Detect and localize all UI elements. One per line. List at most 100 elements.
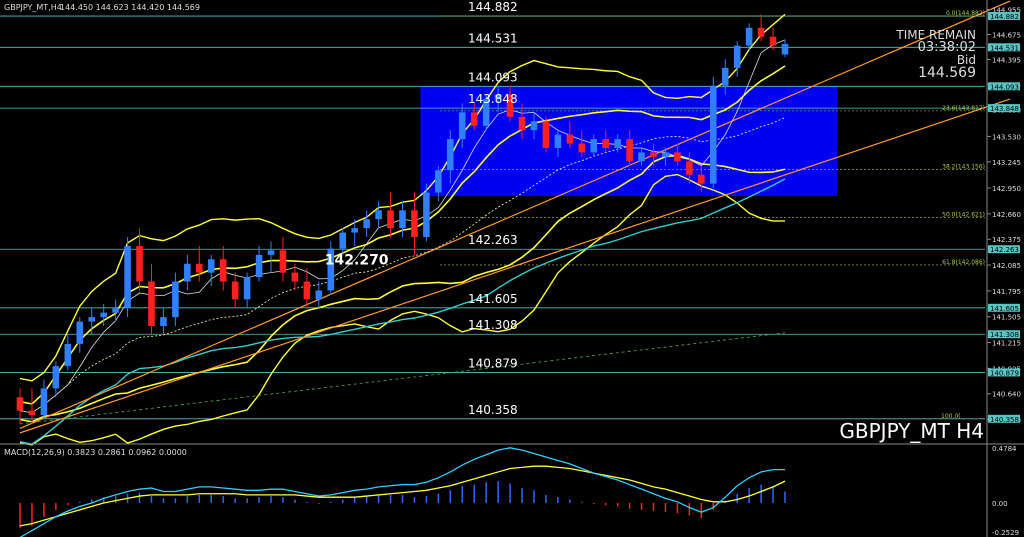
symbol-info: GBPJPY_MT,H4 [4, 3, 62, 12]
candle-body-2 [40, 388, 48, 416]
candle-body-37 [458, 112, 466, 140]
candle-body-57 [698, 174, 705, 184]
macd-tick-0: 0.4784 [992, 445, 1017, 453]
candle-body-43 [530, 121, 538, 131]
candle-body-23 [291, 272, 299, 282]
macd-tick-2: -0.2529 [992, 529, 1019, 537]
price-tag-label-5: 141.605 [990, 305, 1019, 313]
level-label-0: 144.882 [468, 0, 518, 14]
candle-body-4 [64, 343, 72, 367]
candle-body-33 [411, 210, 418, 238]
candle-body-27 [339, 232, 347, 249]
candle-body-47 [578, 143, 586, 153]
fib-label-2: 38.2(143.156) [942, 164, 985, 171]
candle-body-63 [769, 36, 777, 46]
candle-body-54 [662, 152, 669, 157]
candle-body-34 [423, 192, 430, 238]
level-label-2: 144.093 [468, 70, 518, 84]
candle-body-49 [602, 139, 609, 148]
candle-body-16 [207, 259, 215, 273]
candle-body-36 [447, 139, 454, 171]
candle-body-19 [243, 277, 251, 300]
price-tick-label-13: 141.215 [992, 340, 1021, 348]
candle-body-38 [470, 112, 478, 126]
candle-body-5 [76, 321, 84, 344]
candle-body-46 [566, 134, 574, 144]
price-tag-label-3: 143.848 [990, 105, 1019, 113]
candle-body-42 [518, 116, 526, 131]
price-tag-label-2: 144.093 [990, 83, 1019, 91]
candle-body-52 [638, 152, 645, 162]
candle-body-45 [554, 134, 562, 148]
candle-body-58 [709, 85, 717, 184]
price-tick-label-11: 141.795 [992, 288, 1021, 296]
candle-body-50 [614, 139, 621, 148]
price-tag-label-6: 141.308 [990, 331, 1019, 339]
price-tick-label-12: 141.505 [992, 314, 1021, 322]
candle-body-21 [267, 250, 275, 255]
level-label-6: 141.308 [468, 318, 518, 332]
candle-body-44 [542, 121, 550, 148]
candle-body-28 [351, 228, 358, 233]
candle-body-25 [315, 290, 323, 300]
candle-body-48 [590, 139, 598, 153]
price-tag-label-4: 142.263 [990, 246, 1019, 254]
macd-label: MACD(12,26,9) 0.3823 0.2861 0.0962 0.000… [4, 448, 187, 457]
candle-body-14 [184, 263, 191, 282]
candle-body-60 [733, 45, 741, 68]
level-label-7: 140.879 [468, 356, 518, 370]
candle-body-35 [435, 170, 442, 193]
candle-body-24 [303, 281, 311, 300]
price-tag-label-0: 144.882 [990, 13, 1019, 21]
candle-body-3 [52, 366, 60, 389]
symbol-watermark: GBPJPY_MT H4 [839, 419, 984, 443]
fib-label-4: 61.8(142.086) [942, 259, 985, 266]
candle-body-29 [363, 219, 370, 229]
candle-body-15 [196, 263, 203, 273]
candle-body-22 [279, 250, 287, 273]
level-label-5: 141.605 [468, 292, 518, 306]
price-tick-label-10: 142.085 [992, 262, 1021, 270]
price-tick-label-7: 142.950 [992, 185, 1021, 193]
candle-body-55 [674, 152, 681, 162]
price-tick-label-9: 142.375 [992, 236, 1021, 244]
price-tick-label-2: 144.395 [992, 56, 1021, 64]
price-tag-label-1: 144.531 [990, 44, 1019, 52]
candle-body-51 [626, 139, 633, 162]
candle-body-62 [757, 27, 765, 37]
candle-body-7 [100, 312, 107, 318]
price-tick-label-8: 142.660 [992, 211, 1021, 219]
price-tick-label-6: 143.245 [992, 159, 1021, 167]
candle-body-17 [219, 259, 227, 282]
candle-body-13 [172, 281, 179, 318]
level-label-4: 142.263 [468, 233, 518, 247]
price-tick-label-5: 143.530 [992, 133, 1021, 141]
level-label-1: 144.531 [468, 31, 518, 45]
candle-body-0 [16, 397, 24, 411]
fib-label-0: 0.0(144.882) [946, 10, 985, 17]
ohlc-values: 144.450 144.623 144.420 144.569 [60, 3, 200, 12]
candle-body-32 [399, 210, 406, 229]
candle-body-8 [112, 308, 119, 313]
price-tag-label-7: 140.879 [990, 369, 1019, 377]
bid-value: 144.569 [918, 65, 976, 81]
price-tag-label-8: 140.358 [990, 416, 1019, 424]
fib-label-1: 23.6(143.817) [942, 105, 985, 112]
candle-body-18 [231, 281, 239, 300]
price-annotation: 142.270 [325, 253, 389, 269]
candle-body-30 [375, 210, 382, 220]
candle-body-12 [160, 317, 167, 327]
candle-body-56 [686, 161, 693, 175]
candle-body-64 [781, 43, 789, 55]
candle-body-53 [650, 152, 657, 157]
candle-body-59 [721, 67, 729, 86]
level-label-3: 143.848 [468, 92, 518, 106]
macd-tick-1: 0.00 [992, 500, 1008, 508]
candle-body-6 [88, 317, 96, 322]
candle-body-31 [387, 210, 394, 229]
candle-body-9 [124, 245, 131, 309]
fib-label-3: 50.0(142.621) [942, 211, 985, 218]
candle-body-20 [255, 254, 263, 278]
candle-body-61 [745, 27, 753, 46]
price-tick-label-1: 144.675 [992, 31, 1021, 39]
